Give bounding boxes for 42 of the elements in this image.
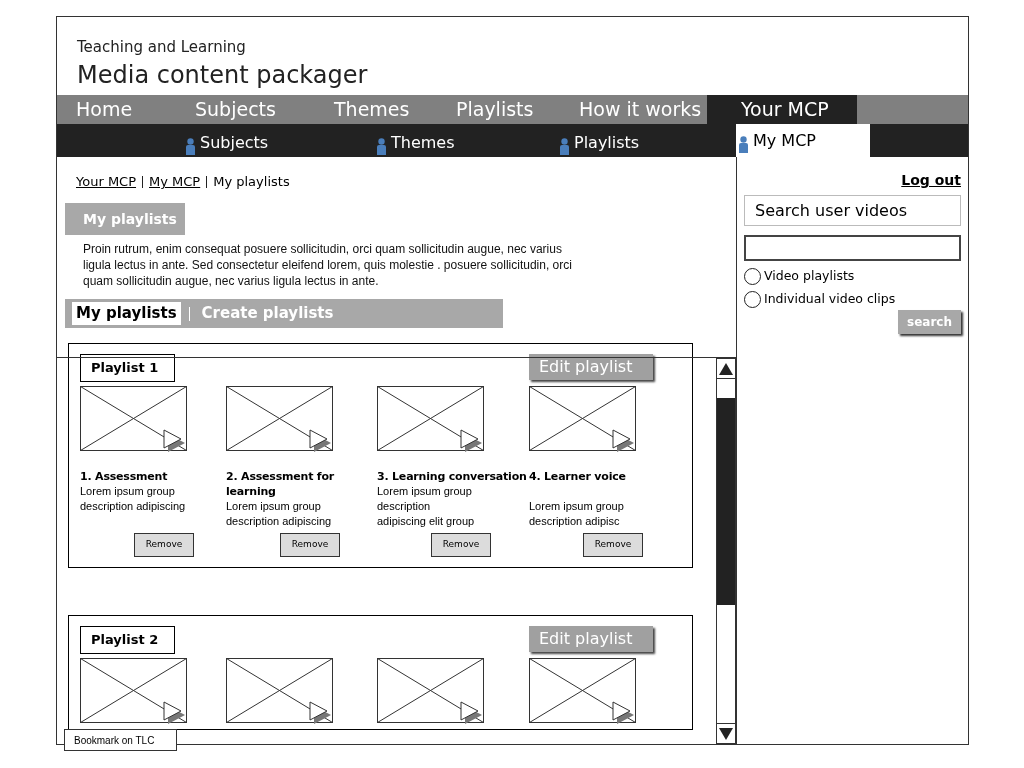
person-icon <box>185 137 196 155</box>
radio-label: Individual video clips <box>764 289 896 308</box>
description-text: Proin rutrum, enim consequat posuere sollicitudin, orci quam sollicitudin augue, nec varius ligula lectus in ante. Sed consectetur eleifend lorem, quis molestie . posuere sollicitudin, orci quam sollicitudin augue, nec varius ligula lectus in ante. <box>83 241 573 289</box>
sub-nav-tab[interactable]: My MCP <box>736 124 870 157</box>
video-description: Lorem ipsum group description adipiscing elit group <box>377 484 476 529</box>
bookmark-tab[interactable]: Bookmark on TLC <box>64 729 177 751</box>
breadcrumb-link[interactable]: Your MCP <box>76 172 137 192</box>
nav-tab[interactable]: Your MCP <box>707 95 857 124</box>
playlist-title: Playlist 2 <box>80 626 175 654</box>
scrollbar-thumb[interactable] <box>717 398 735 605</box>
nav-tab[interactable]: Home <box>57 95 176 124</box>
section-heading: My playlists <box>65 203 185 235</box>
sub-nav-tab[interactable]: Playlists <box>559 126 640 155</box>
remove-button[interactable]: Remove <box>431 533 491 557</box>
video-description: Lorem ipsum group description adipiscing <box>226 499 333 529</box>
nav-tab[interactable]: Subjects <box>176 95 315 124</box>
remove-button[interactable]: Remove <box>583 533 643 557</box>
nav-tab[interactable]: How it works <box>560 95 707 124</box>
logout-link[interactable]: Log out <box>901 170 961 191</box>
radio-label: Video playlists <box>764 267 855 285</box>
search-field[interactable] <box>744 235 961 261</box>
nav-tab[interactable]: Playlists <box>437 95 560 124</box>
breadcrumb-current: My playlists <box>213 173 290 192</box>
remove-button[interactable]: Remove <box>280 533 340 557</box>
playlist-title: Playlist 1 <box>80 354 175 382</box>
site-title: Media content packager <box>77 60 369 91</box>
video-title: 4. Learner voice <box>529 469 627 484</box>
remove-button[interactable]: Remove <box>134 533 194 557</box>
breadcrumb-link[interactable]: My MCP <box>149 172 201 192</box>
site-subtitle: Teaching and Learning <box>77 37 247 57</box>
search-label: Search user videos <box>744 195 961 226</box>
nav-tab[interactable]: Themes <box>315 95 437 124</box>
person-icon <box>376 137 387 155</box>
video-title: 3. Learning conversation <box>377 469 527 484</box>
person-icon <box>559 137 570 155</box>
view-tab[interactable]: My playlists <box>72 302 181 325</box>
video-title: 2. Assessment for learning <box>226 469 336 499</box>
video-description: Lorem ipsum group description adipisc <box>529 499 625 529</box>
video-description: Lorem ipsum group description adipiscing <box>80 484 187 514</box>
sub-nav-tab[interactable]: Subjects <box>185 126 269 155</box>
person-icon <box>738 136 749 153</box>
sub-nav-tab[interactable]: Themes <box>376 126 455 155</box>
